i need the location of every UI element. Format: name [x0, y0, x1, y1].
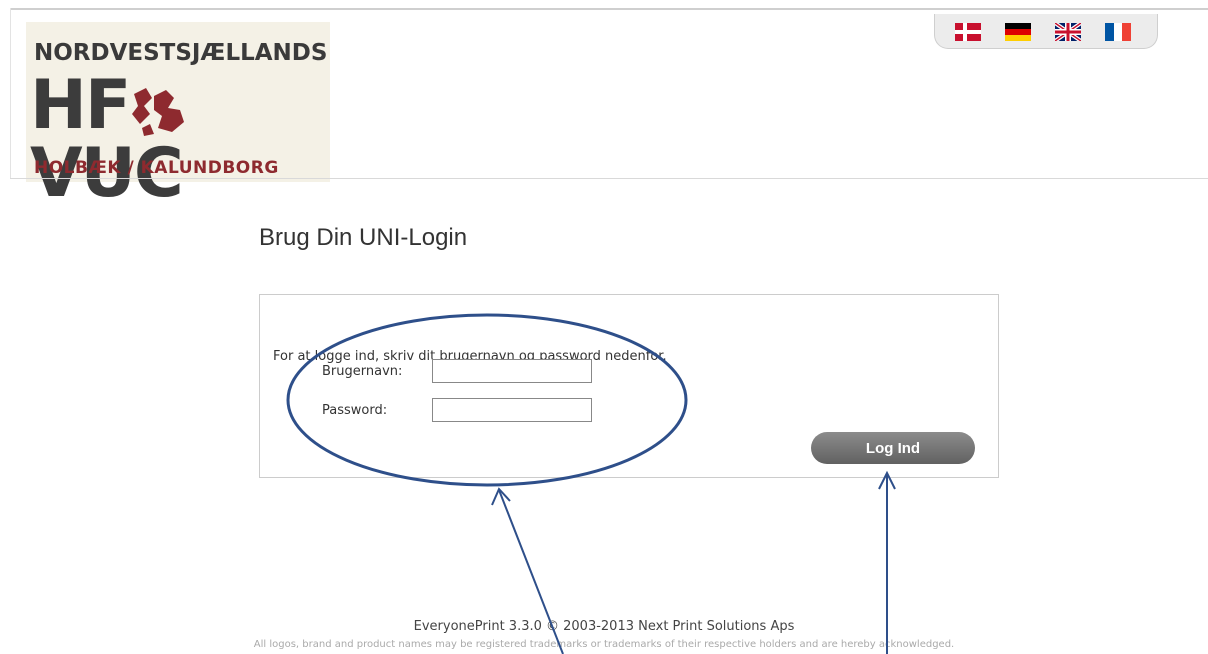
top-border [10, 8, 1208, 10]
page-edge [10, 8, 23, 178]
danish-flag-icon[interactable] [955, 23, 981, 41]
logo-text-cities: HOLBÆK / KALUNDBORG [34, 158, 279, 178]
header-divider [10, 178, 1208, 179]
login-button[interactable]: Log Ind [811, 432, 975, 464]
username-label: Brugernavn: [322, 364, 403, 379]
uk-flag-icon[interactable] [1055, 23, 1081, 41]
school-logo: NORDVESTSJÆLLANDS HFVUC HOLBÆK / KALUNDB… [26, 22, 330, 208]
username-field[interactable] [432, 359, 592, 383]
french-flag-icon[interactable] [1105, 23, 1131, 41]
language-selector [934, 14, 1158, 49]
german-flag-icon[interactable] [1005, 23, 1031, 41]
page-title: Brug Din UNI-Login [259, 224, 468, 251]
logo-map-icon [132, 88, 184, 136]
footer-disclaimer: All logos, brand and product names may b… [253, 639, 955, 650]
footer-version: EveryonePrint 3.3.0 © 2003-2013 Next Pri… [413, 619, 795, 634]
password-label: Password: [322, 403, 388, 418]
logo-text-region: NORDVESTSJÆLLANDS [34, 40, 328, 66]
password-field[interactable] [432, 398, 592, 422]
